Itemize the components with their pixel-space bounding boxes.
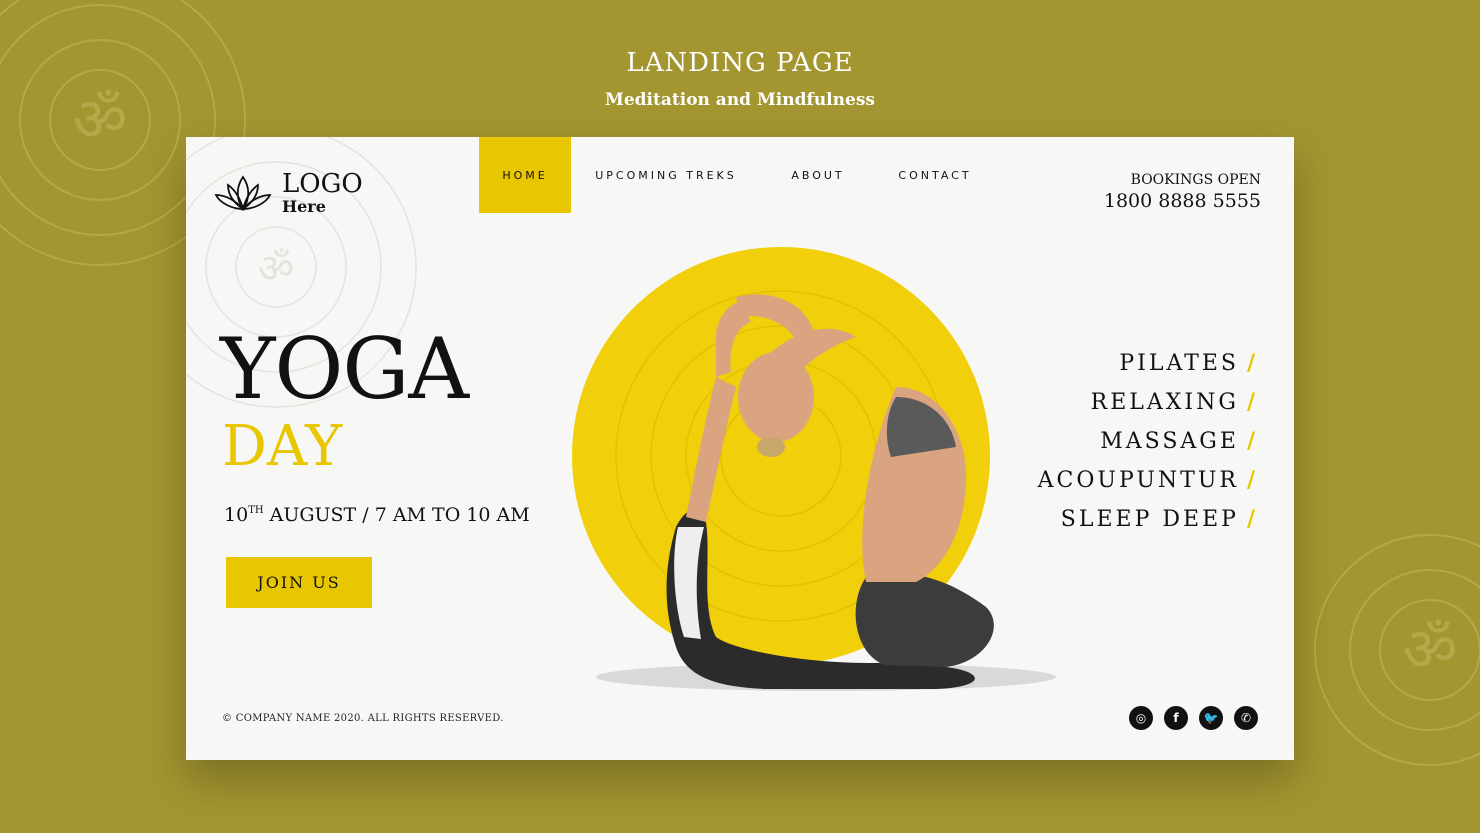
logo-subtext: Here: [282, 197, 326, 216]
service-separator: /: [1246, 389, 1258, 415]
service-item-massage[interactable]: MASSAGE /: [1038, 422, 1258, 461]
service-label: SLEEP DEEP: [1060, 507, 1239, 532]
date-rest: AUGUST / 7 AM TO 10 AM: [263, 504, 530, 526]
service-separator: /: [1246, 506, 1258, 532]
social-links: ◎ f 🐦 ✆: [1129, 706, 1258, 730]
yoga-person-image: [596, 294, 1056, 691]
services-list: PILATES / RELAXING / MASSAGE / ACOUPUNTUR / …: [1038, 344, 1258, 539]
service-separator: /: [1246, 428, 1258, 454]
service-label: MASSAGE: [1100, 429, 1239, 454]
logo[interactable]: LOGO Here: [214, 171, 363, 215]
nav-about[interactable]: ABOUT: [761, 137, 875, 213]
logo-text: LOGO: [282, 169, 363, 199]
landing-card: ॐ LOGO Here HOME UPCOMING TREKS ABOUT CO…: [186, 137, 1294, 760]
copyright-text: © COMPANY NAME 2020. ALL RIGHTS RESERVED…: [222, 713, 504, 724]
booking-label: BOOKINGS OPEN: [1130, 172, 1261, 188]
service-label: RELAXING: [1090, 390, 1239, 415]
page-subtitle: Meditation and Mindfulness: [605, 90, 875, 110]
lotus-icon: [214, 175, 272, 212]
join-us-button[interactable]: JOIN US: [226, 557, 372, 608]
hero-title: YOGA: [220, 320, 469, 418]
facebook-icon[interactable]: f: [1164, 706, 1188, 730]
nav-home[interactable]: HOME: [479, 137, 571, 213]
service-item-pilates[interactable]: PILATES /: [1038, 344, 1258, 383]
page-title: LANDING PAGE: [626, 48, 854, 78]
booking-info: BOOKINGS OPEN 1800 8888 5555: [1104, 172, 1261, 212]
svg-text:ॐ: ॐ: [1403, 615, 1458, 685]
event-date: 10TH AUGUST / 7 AM TO 10 AM: [224, 504, 530, 526]
booking-phone[interactable]: 1800 8888 5555: [1104, 190, 1261, 212]
svg-text:ॐ: ॐ: [258, 246, 294, 292]
service-label: ACOUPUNTUR: [1037, 468, 1239, 493]
whatsapp-icon[interactable]: ✆: [1234, 706, 1258, 730]
instagram-icon[interactable]: ◎: [1129, 706, 1153, 730]
service-label: PILATES: [1119, 351, 1239, 376]
date-suffix: TH: [248, 505, 264, 516]
service-item-sleep-deep[interactable]: SLEEP DEEP /: [1038, 500, 1258, 539]
nav-upcoming-treks[interactable]: UPCOMING TREKS: [571, 137, 761, 213]
service-item-acoupuntur[interactable]: ACOUPUNTUR /: [1038, 461, 1258, 500]
hero-subtitle: DAY: [222, 414, 343, 479]
nav-contact[interactable]: CONTACT: [875, 137, 995, 213]
main-nav: HOME UPCOMING TREKS ABOUT CONTACT: [479, 137, 995, 213]
service-item-relaxing[interactable]: RELAXING /: [1038, 383, 1258, 422]
background-mandala-right: ॐ: [1314, 534, 1480, 766]
twitter-icon[interactable]: 🐦: [1199, 706, 1223, 730]
service-separator: /: [1246, 350, 1258, 376]
date-day: 10: [224, 504, 249, 526]
service-separator: /: [1246, 467, 1258, 493]
